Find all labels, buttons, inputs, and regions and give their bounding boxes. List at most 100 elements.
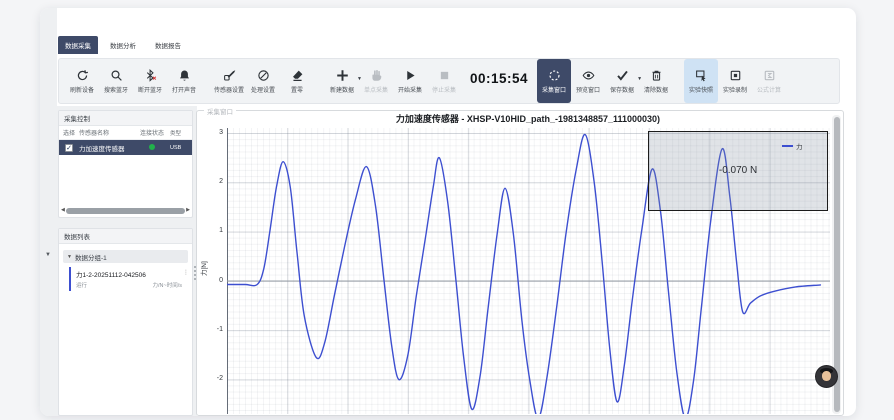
left-edge-strip: ▼ [40,8,57,416]
toolbar-button-label: 采集窗口 [542,85,566,94]
avatar-face [822,371,831,381]
data-item-axes: 力/N~时间/s [153,281,183,289]
sensor-row[interactable]: ✓ 力加速度传感器 USB [59,140,192,155]
status-dot [149,144,155,150]
data-item[interactable]: 力1-2-20251112-042506 运行 力/N~时间/s⋮ [69,267,186,291]
data-item-status: 运行 [76,281,87,289]
experiment-record-button[interactable]: 实验录制 [718,59,752,103]
tab-data-acquisition[interactable]: 数据采集 [58,36,98,54]
sound-on-button[interactable]: 打开声音 [167,59,201,103]
toolbar-button-label: 断开蓝牙 [138,85,162,94]
check-icon [616,68,629,83]
disconnect-bluetooth-button[interactable]: 断开蓝牙 [133,59,167,103]
column-header: 选择 [59,128,79,137]
sidebar-collapse-button[interactable]: ▼ [45,252,51,258]
toolbar-button-label: 传感器设置 [214,85,244,94]
data-item-title: 力1-2-20251112-042506 [76,269,182,279]
toolbar-button-label: 清除数据 [644,85,668,94]
bell-icon [178,68,191,83]
sensor-checkbox[interactable]: ✓ [65,144,73,152]
main-tabbar: 数据采集数据分析数据报告 [58,35,188,54]
column-header: 连接状态 [134,128,170,137]
data-list-panel: 数据列表 ▼ 数据分组-1 力1-2-20251112-042506 运行 力/N~… [58,228,193,416]
acquisition-control-panel: 采集控制 选择传感器名称连接状态类型 ✓力加速度传感器USB ◀ ▶ [58,110,193,218]
snapshot-icon [695,68,708,83]
eraser-icon [291,68,304,83]
formula-calc-button[interactable]: 公式计算 [752,59,786,103]
toolbar-button-label: 保存数据 [610,85,634,94]
scrollbar-thumb[interactable] [66,208,185,214]
clear-data-button[interactable]: 清除数据 [639,59,673,103]
toolbar-button-label: 处理设置 [251,85,275,94]
experiment-snapshot-button[interactable]: 实验快照 [684,59,718,103]
new-data-button[interactable]: 新建数据▼ [325,59,359,103]
y-axis-ticks: 3 2 1 0 -1 -2 [208,128,223,414]
eye-icon [582,68,595,83]
plot-area[interactable]: -0.070 N 力 [227,128,830,414]
y-tick-label: 1 [208,227,223,234]
toolbar-button-label: 单点采集 [364,85,388,94]
toolbar-button-label: 实验快照 [689,85,713,94]
toolbar-button-label: 置零 [291,85,303,94]
acquisition-window-button[interactable]: 采集窗口 [537,59,571,103]
app-window: ▼ 数据采集数据分析数据报告 刷新设备 搜索蓝牙 断开蓝牙打开声音传感器设置处理设置… [40,8,856,416]
start-acquisition-button[interactable]: 开始采集 [393,59,427,103]
tab-data-analysis[interactable]: 数据分析 [103,36,143,54]
data-group-row[interactable]: ▼ 数据分组-1 [63,250,188,263]
chart-legend: 力 [782,141,803,151]
stop-icon [438,68,451,83]
toolbar-button-label: 刷新设备 [70,85,94,94]
y-axis-label: 力[N] [198,261,208,276]
plus-icon [336,68,349,83]
toolbar-button-label: 新建数据 [330,85,354,94]
sensor-table-header: 选择传感器名称连接状态类型 [59,126,192,140]
assistant-avatar-button[interactable] [815,365,838,388]
search-bluetooth-button[interactable]: 搜索蓝牙 [99,59,133,103]
chevron-down-icon: ▼ [67,254,72,260]
bluetooth-off-icon [144,68,157,83]
refresh-icon [76,68,89,83]
single-point-button[interactable]: 单点采集 [359,59,393,103]
sensor-settings-button[interactable]: 传感器设置 [212,59,246,103]
screen: ▼ 数据采集数据分析数据报告 刷新设备 搜索蓝牙 断开蓝牙打开声音传感器设置处理设置… [0,0,894,420]
toolbar-button-label: 公式计算 [757,85,781,94]
column-header: 传感器名称 [79,128,134,137]
y-tick-label: 2 [208,178,223,185]
preview-window-button[interactable]: 预览窗口 [571,59,605,103]
tab-data-report[interactable]: 数据报告 [148,36,188,54]
set-zero-button[interactable]: 置零 [280,59,314,103]
data-group-label: 数据分组-1 [75,252,107,262]
process-settings-button[interactable]: 处理设置 [246,59,280,103]
toolbar-button-label: 搜索蓝牙 [104,85,128,94]
y-tick-label: 0 [208,277,223,284]
scroll-left-icon[interactable]: ◀ [61,206,65,215]
data-item-list: 力1-2-20251112-042506 运行 力/N~时间/s⋮ [59,267,192,291]
item-menu-dots-icon[interactable]: ⋮ [183,269,189,276]
record-icon [729,68,742,83]
toolbar-button-label: 预览窗口 [576,85,600,94]
y-tick-label: -2 [208,375,223,382]
y-tick-label: -1 [208,326,223,333]
hand-icon [370,68,383,83]
legend-line-swatch [782,145,793,147]
data-list-title: 数据列表 [59,229,192,244]
toolbar-button-label: 实验录制 [723,85,747,94]
toolbar-right-section: 采集窗口 预览窗口保存数据▼ 清除数据 实验快照 实验录制 公式计算 [537,59,786,103]
trash-icon [650,68,663,83]
measurement-annotation: -0.070 N [719,165,757,176]
save-data-button[interactable]: 保存数据▼ [605,59,639,103]
search-icon [110,68,123,83]
sensor-name: 力加速度传感器 [79,143,134,153]
y-tick-label: 3 [208,129,223,136]
sensor-pen-icon [223,68,236,83]
refresh-device-button[interactable]: 刷新设备 [65,59,99,103]
sensor-type: USB [170,145,190,151]
play-icon [404,68,417,83]
formula-icon [763,68,776,83]
chart-title: 力加速度传感器 - XHSP-V10HID_path_-1981348857_1… [230,112,826,125]
main-toolbar: 刷新设备 搜索蓝牙 断开蓝牙打开声音传感器设置处理设置 置零 新建数据▼ 单点采集开始采集… [58,58,840,104]
dashed-circle-icon [548,68,561,83]
stop-acquisition-button[interactable]: 停止采集 [427,59,461,103]
scroll-right-icon[interactable]: ▶ [186,206,190,215]
horizontal-scrollbar[interactable]: ◀ ▶ [61,206,190,215]
